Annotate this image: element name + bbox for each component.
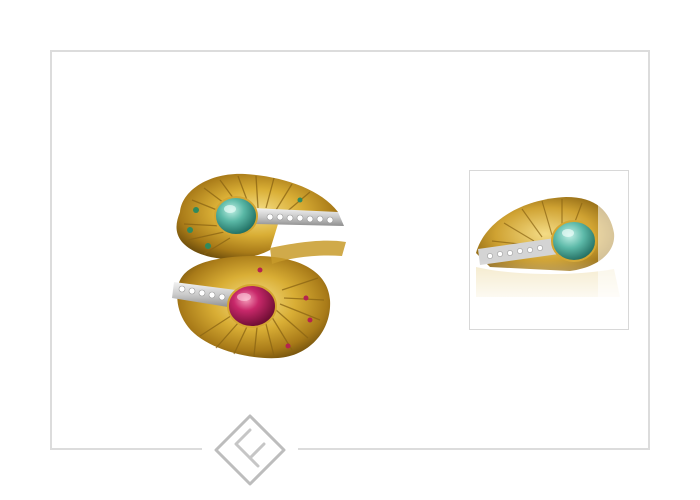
diamond-logo-icon — [212, 412, 288, 488]
thumbnail-image[interactable] — [469, 170, 629, 330]
main-product-image[interactable] — [160, 160, 350, 365]
product-gallery — [0, 0, 700, 500]
